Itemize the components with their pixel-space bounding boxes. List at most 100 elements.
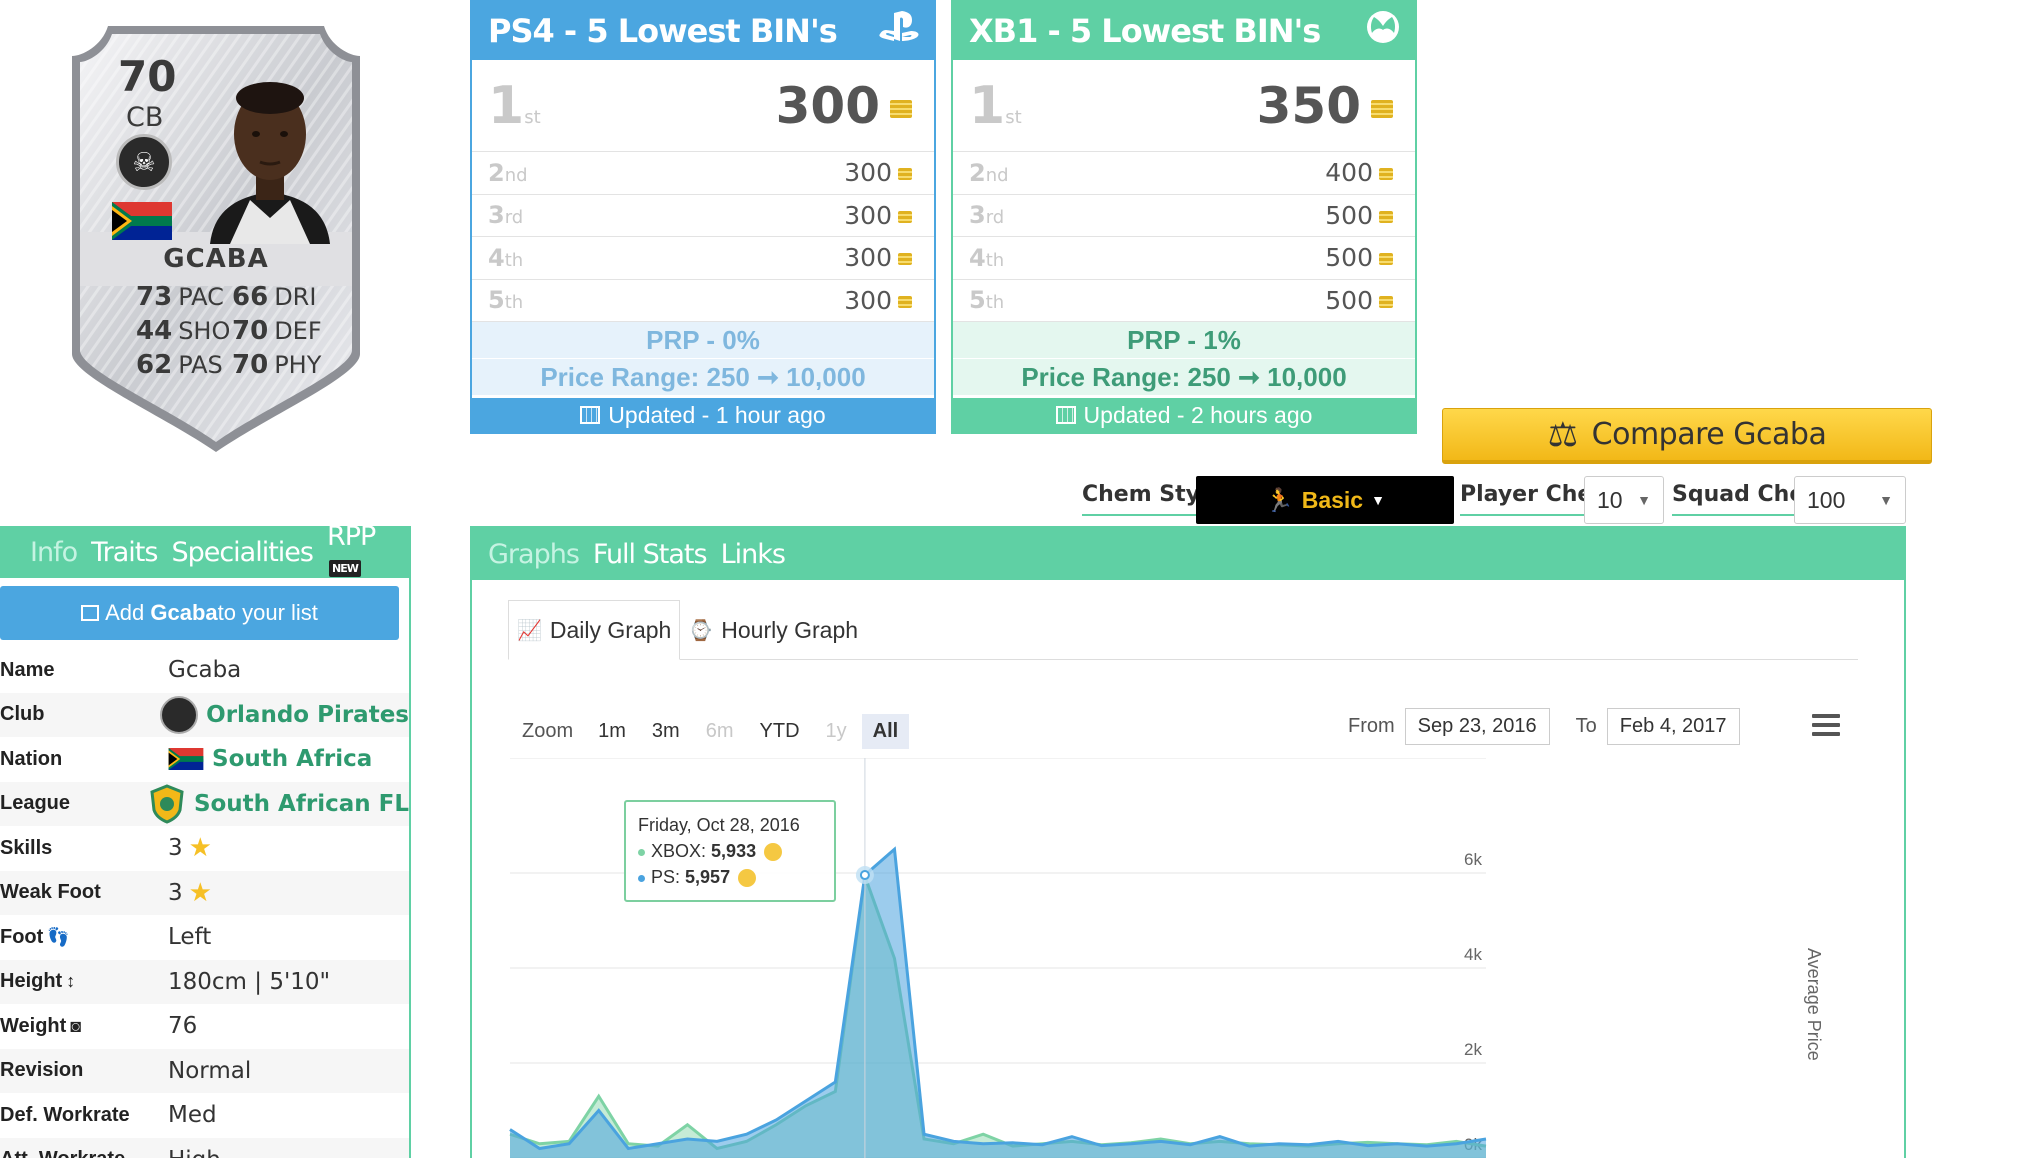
card-position: CB bbox=[126, 102, 164, 133]
info-row-weak-foot: Weak Foot 3 ★ bbox=[0, 870, 409, 915]
zoom-ytd-button[interactable]: YTD bbox=[749, 714, 811, 749]
info-row-league[interactable]: League South African FL bbox=[0, 781, 409, 826]
runner-icon: 🏃 bbox=[1265, 486, 1294, 513]
card-stat: 70 PHY bbox=[232, 350, 322, 380]
tab-info[interactable]: Info bbox=[30, 537, 78, 568]
watch-icon: ⌚ bbox=[688, 619, 714, 642]
info-key: Revision bbox=[0, 1059, 84, 1082]
zoom-controls: Zoom 1m 3m 6m YTD 1y All bbox=[522, 714, 913, 749]
tab-graphs[interactable]: Graphs bbox=[488, 539, 580, 570]
zoom-all-button[interactable]: All bbox=[861, 714, 910, 749]
squad-chem-value: 100 bbox=[1807, 486, 1846, 513]
south-africa-flag-icon bbox=[112, 202, 172, 240]
compare-button[interactable]: ⚖ Compare Gcaba bbox=[1442, 408, 1932, 464]
xb1-prp: PRP - 1% bbox=[953, 322, 1415, 359]
ps4-prp: PRP - 0% bbox=[472, 322, 934, 359]
coin-icon bbox=[1379, 253, 1393, 266]
info-row-height: Height ↕ 180cm | 5'10" bbox=[0, 959, 409, 1004]
to-date-input[interactable]: Feb 4, 2017 bbox=[1606, 708, 1740, 745]
xb1-bin-3: 3rd 500 bbox=[953, 195, 1415, 237]
tab-full-stats[interactable]: Full Stats bbox=[593, 539, 708, 570]
area-chart-icon: 📈 bbox=[517, 619, 542, 642]
graph-subtabs: 📈 Daily Graph ⌚ Hourly Graph bbox=[508, 600, 1858, 660]
info-value: 3 ★ bbox=[168, 877, 212, 908]
card-player-name: GCABA bbox=[163, 244, 269, 274]
squad-chem-select[interactable]: 100 ▼ bbox=[1794, 476, 1906, 524]
zoom-1m-button[interactable]: 1m bbox=[587, 714, 637, 749]
info-key: Club bbox=[0, 703, 45, 726]
hover-point bbox=[859, 870, 870, 881]
chart-menu-icon[interactable] bbox=[1812, 714, 1840, 741]
calendar-icon bbox=[580, 406, 601, 424]
ps4-price-range: Price Range: 250 ➞ 10,000 bbox=[472, 359, 934, 396]
zoom-3m-button[interactable]: 3m bbox=[641, 714, 691, 749]
series-line-xbox bbox=[509, 875, 1487, 1151]
add-to-list-button[interactable]: Add Gcaba to your list bbox=[0, 586, 399, 640]
ps4-updated: Updated - 1 hour ago bbox=[472, 398, 934, 432]
coin-icon bbox=[898, 253, 912, 266]
league-link[interactable]: South African FL bbox=[148, 784, 409, 824]
new-badge: NEW bbox=[329, 560, 361, 577]
info-key: Def. Workrate bbox=[0, 1103, 130, 1126]
tab-rpp[interactable]: RPPNEW bbox=[327, 521, 395, 583]
info-row-foot: Foot 👣 Left bbox=[0, 915, 409, 960]
xb1-updated: Updated - 2 hours ago bbox=[953, 398, 1415, 432]
coin-icon bbox=[890, 100, 912, 118]
chevron-down-icon: ▼ bbox=[1637, 492, 1651, 508]
chem-style-dropdown[interactable]: 🏃 Basic ▼ bbox=[1196, 476, 1454, 524]
zoom-1y-button[interactable]: 1y bbox=[815, 714, 858, 749]
nation-link[interactable]: South Africa bbox=[168, 746, 372, 772]
info-row-def-workrate: Def. Workrate Med bbox=[0, 1093, 409, 1138]
info-value: High bbox=[168, 1147, 221, 1158]
player-chem-select[interactable]: 10 ▼ bbox=[1584, 476, 1664, 524]
calendar-icon bbox=[1055, 406, 1076, 424]
tab-daily-graph[interactable]: 📈 Daily Graph bbox=[508, 600, 681, 660]
y-axis-title: Average Price bbox=[1804, 948, 1824, 1061]
y-tick-label: 4k bbox=[1464, 945, 1482, 964]
tab-links[interactable]: Links bbox=[721, 539, 786, 570]
scale-icon: ⚖ bbox=[1547, 414, 1578, 455]
club-link[interactable]: Orlando Pirates bbox=[160, 695, 409, 734]
league-shield-icon bbox=[150, 784, 184, 824]
card-rating: 70 bbox=[118, 52, 177, 101]
from-date-input[interactable]: Sep 23, 2016 bbox=[1404, 708, 1550, 745]
xb1-bin-1: 1st 350 bbox=[953, 60, 1415, 152]
tab-hourly-graph[interactable]: ⌚ Hourly Graph bbox=[680, 600, 866, 660]
add-button-player: Gcaba bbox=[150, 600, 218, 625]
chem-style-value: Basic bbox=[1301, 486, 1364, 513]
list-icon bbox=[81, 605, 100, 621]
bin-price: 350 bbox=[1257, 77, 1393, 135]
coin-icon bbox=[764, 843, 783, 862]
info-key: Att. Workrate bbox=[0, 1148, 168, 1158]
tab-traits[interactable]: Traits bbox=[91, 537, 158, 568]
info-key: Weak Foot bbox=[0, 881, 101, 904]
xb1-panel-title: XB1 - 5 Lowest BIN's bbox=[969, 12, 1321, 50]
info-row-revision: Revision Normal bbox=[0, 1048, 409, 1093]
info-value: 180cm | 5'10" bbox=[168, 968, 331, 995]
zoom-6m-button[interactable]: 6m bbox=[695, 714, 745, 749]
chart-tooltip: Friday, Oct 28, 2016 XBOX: 5,933 PS: 5,9… bbox=[624, 800, 836, 902]
info-value: Gcaba bbox=[168, 657, 242, 684]
info-row-skills: Skills 3 ★ bbox=[0, 826, 409, 871]
info-row-nation[interactable]: Nation South Africa bbox=[0, 737, 409, 782]
card-stat: 44 SHO bbox=[136, 316, 231, 346]
coin-icon bbox=[1371, 100, 1393, 118]
coin-icon bbox=[898, 210, 912, 223]
info-key: Foot 👣 bbox=[0, 925, 70, 948]
tooltip-date: Friday, Oct 28, 2016 bbox=[638, 815, 800, 835]
coin-icon bbox=[898, 168, 912, 181]
star-icon: ★ bbox=[188, 833, 212, 864]
south-africa-flag-icon bbox=[168, 748, 204, 771]
add-button-suffix: to your list bbox=[217, 600, 318, 625]
ps4-bin-2: 2nd 300 bbox=[472, 152, 934, 195]
tab-specialities[interactable]: Specialities bbox=[171, 537, 314, 568]
player-card[interactable]: 70 CB ☠ GCABA 73 PAC 66 DRI 44 SHO 70 DEF 62… bbox=[68, 16, 364, 452]
xb1-bin-4: 4th 500 bbox=[953, 237, 1415, 280]
player-chem-value: 10 bbox=[1597, 486, 1623, 513]
info-value: 76 bbox=[168, 1013, 198, 1040]
info-key: Height ↕ bbox=[0, 970, 76, 993]
zoom-label: Zoom bbox=[522, 720, 574, 742]
info-row-club[interactable]: Club Orlando Pirates bbox=[0, 692, 409, 737]
info-row-att-workrate: Att. WorkrateHigh bbox=[0, 1137, 409, 1158]
xb1-bin-2: 2nd 400 bbox=[953, 152, 1415, 195]
